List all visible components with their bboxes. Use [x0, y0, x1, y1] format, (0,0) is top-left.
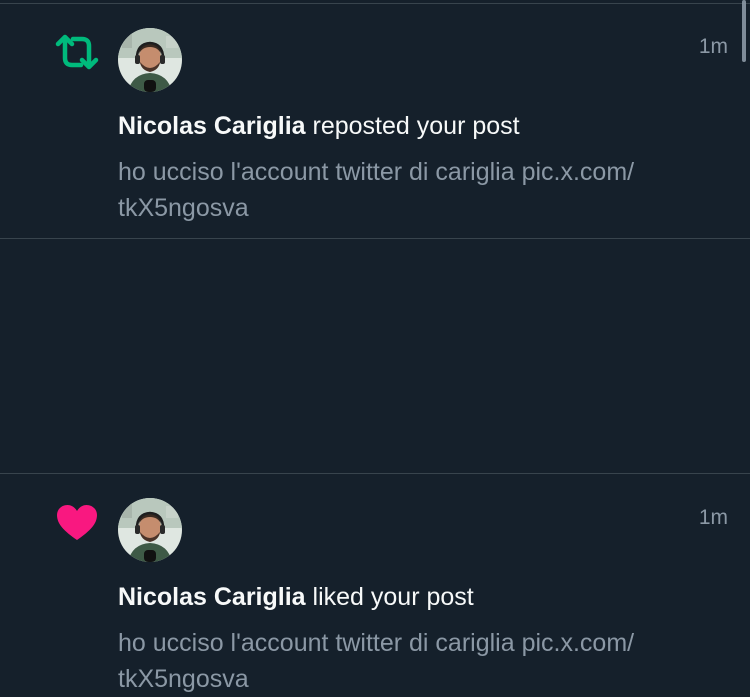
avatar[interactable] [118, 498, 182, 562]
post-text-line: tkX5ngosva [118, 665, 249, 693]
actor-name[interactable]: Nicolas Cariglia [118, 583, 306, 611]
notification-headline: Nicolas Cariglia reposted your post [118, 112, 520, 141]
actor-name[interactable]: Nicolas Cariglia [118, 112, 306, 140]
heart-icon [54, 503, 100, 543]
notification-headline: Nicolas Cariglia liked your post [118, 583, 474, 612]
notification-item-repost[interactable]: 1m Nicolas Cariglia reposted your post h… [0, 4, 750, 238]
notification-item-like[interactable]: 1m Nicolas Cariglia liked your post ho u… [0, 239, 750, 693]
action-text: reposted your post [305, 112, 520, 140]
avatar[interactable] [118, 28, 182, 92]
post-text-line: ho ucciso l'account twitter di cariglia … [118, 158, 635, 186]
post-preview[interactable]: ho ucciso l'account twitter di cariglia … [118, 625, 738, 697]
divider [0, 473, 750, 474]
post-text-line: ho ucciso l'account twitter di cariglia … [118, 629, 635, 657]
action-text: liked your post [305, 583, 474, 611]
post-text-line: tkX5ngosva [118, 194, 249, 222]
timestamp: 1m [698, 506, 728, 529]
timestamp: 1m [698, 35, 728, 58]
repost-icon [54, 32, 100, 72]
post-preview[interactable]: ho ucciso l'account twitter di cariglia … [118, 154, 738, 226]
